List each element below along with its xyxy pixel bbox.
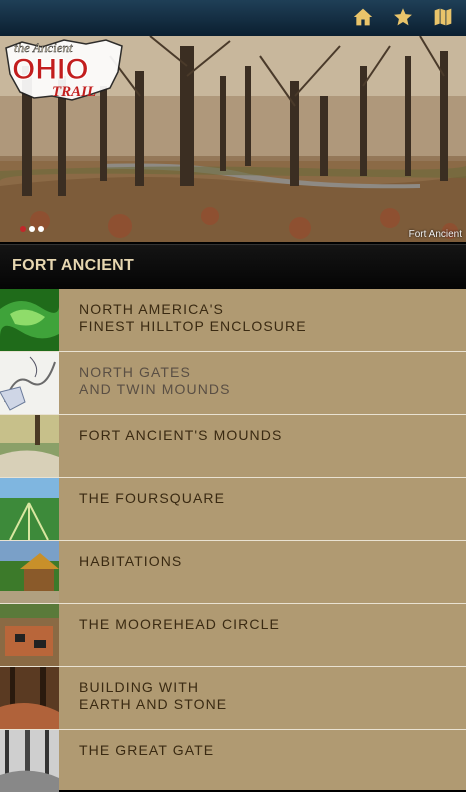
thumbnail-moorehead-circle (0, 604, 59, 666)
ancient-ohio-trail-logo: the Ancient OHIO TRAIL (2, 36, 126, 104)
slide-dot-active[interactable] (20, 226, 26, 232)
thumbnail-earth-stone (0, 667, 59, 729)
slide-dot[interactable] (38, 226, 44, 232)
list-item-label: BUILDING WITH EARTH AND STONE (79, 679, 228, 712)
svg-text:OHIO: OHIO (12, 53, 89, 86)
thumbnail-enclosure (0, 289, 59, 351)
list-item[interactable]: NORTH GATES AND TWIN MOUNDS (0, 352, 466, 415)
map-icon (434, 8, 452, 26)
list-item[interactable]: BUILDING WITH EARTH AND STONE (0, 667, 466, 730)
thumbnail-map (0, 352, 59, 414)
top-icons (350, 5, 456, 29)
list-item-label: THE MOOREHEAD CIRCLE (79, 616, 280, 632)
map-button[interactable] (430, 5, 456, 29)
list-item[interactable]: NORTH AMERICA'S FINEST HILLTOP ENCLOSURE (0, 289, 466, 352)
star-icon (394, 8, 412, 26)
list-item-label: HABITATIONS (79, 553, 183, 569)
home-button[interactable] (350, 5, 376, 29)
list-item[interactable]: HABITATIONS (0, 541, 466, 604)
list-item[interactable]: FORT ANCIENT'S MOUNDS (0, 415, 466, 478)
home-icon (353, 8, 373, 26)
thumbnail-mounds (0, 415, 59, 477)
topic-list: NORTH AMERICA'S FINEST HILLTOP ENCLOSURE… (0, 289, 466, 792)
svg-text:TRAIL: TRAIL (52, 84, 96, 100)
list-item-label: FORT ANCIENT'S MOUNDS (79, 427, 283, 443)
list-item-label: NORTH GATES AND TWIN MOUNDS (79, 364, 231, 397)
top-bar (0, 0, 466, 36)
slide-indicator (20, 226, 44, 232)
favorites-button[interactable] (390, 5, 416, 29)
list-item-label: NORTH AMERICA'S FINEST HILLTOP ENCLOSURE (79, 301, 307, 334)
hero-caption: Fort Ancient (408, 229, 462, 240)
thumbnail-habitations (0, 541, 59, 603)
thumbnail-great-gate (0, 730, 59, 792)
thumbnail-foursquare (0, 478, 59, 540)
list-item-label: THE FOURSQUARE (79, 490, 226, 506)
section-title: FORT ANCIENT (12, 257, 135, 274)
list-item[interactable]: THE GREAT GATE (0, 730, 466, 792)
hero-slideshow[interactable]: the Ancient OHIO TRAIL Fort Ancient (0, 36, 466, 242)
list-item[interactable]: THE FOURSQUARE (0, 478, 466, 541)
list-item[interactable]: THE MOOREHEAD CIRCLE (0, 604, 466, 667)
section-header: FORT ANCIENT (0, 244, 466, 289)
list-item-label: THE GREAT GATE (79, 742, 215, 758)
slide-dot[interactable] (29, 226, 35, 232)
